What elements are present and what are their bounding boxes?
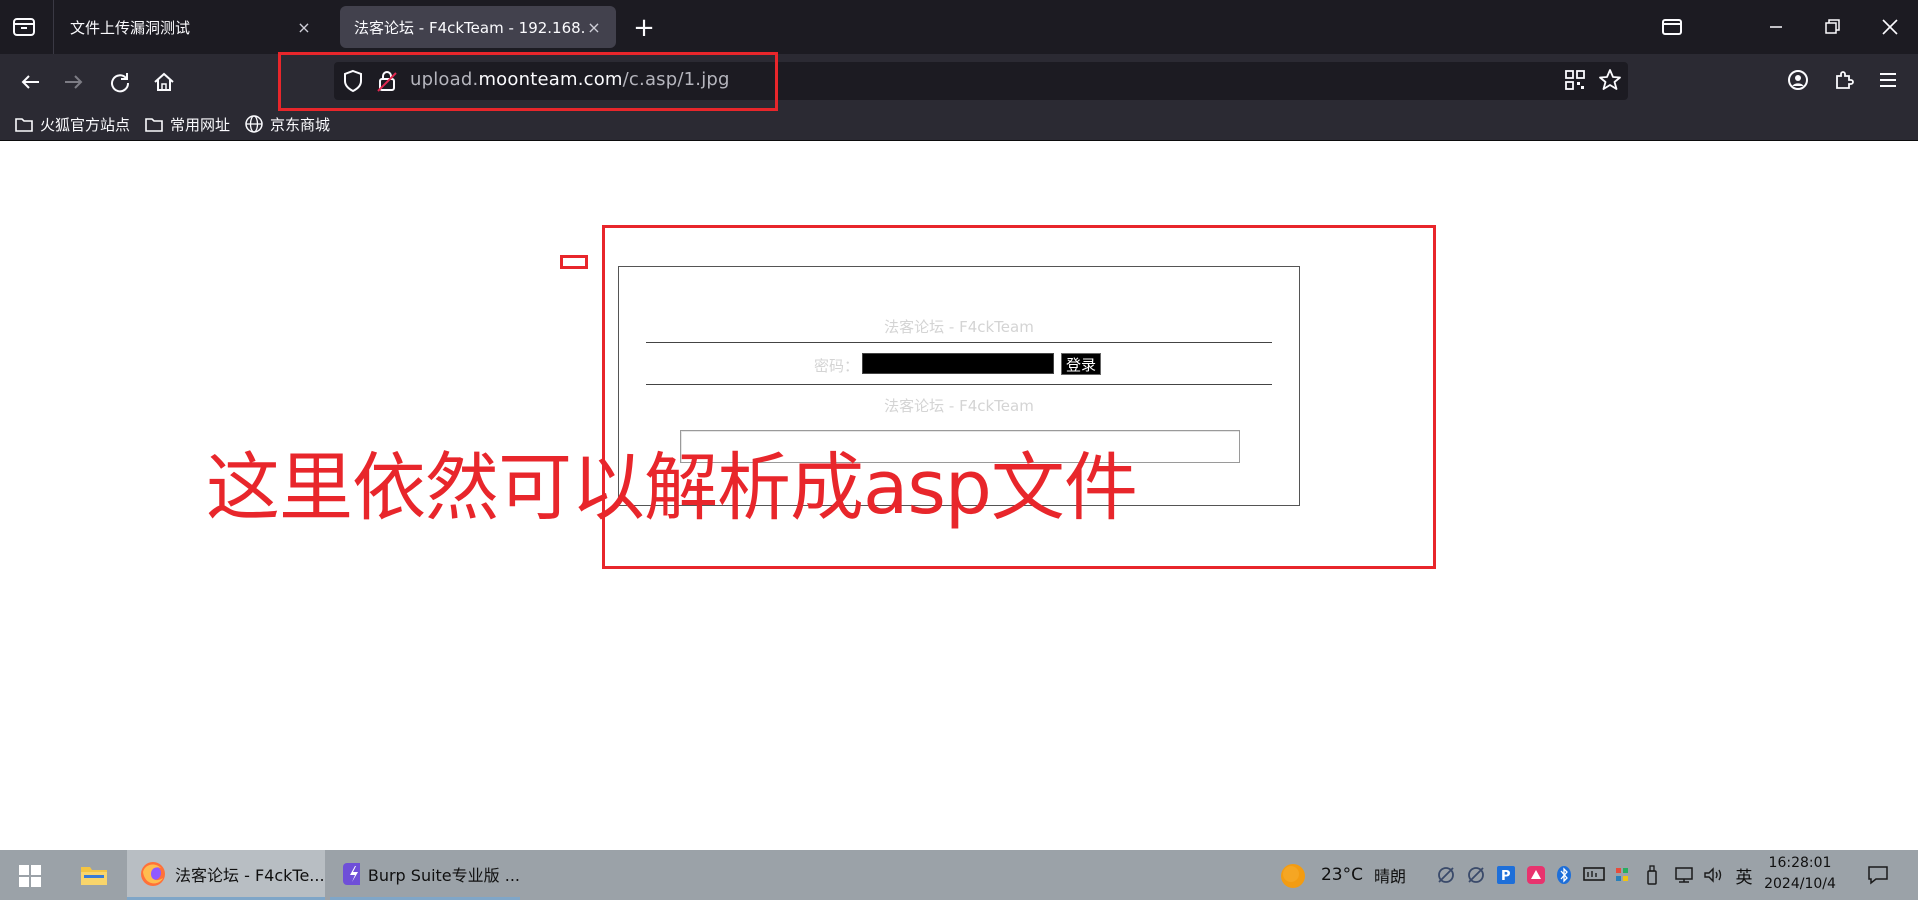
tab-title: 文件上传漏洞测试 <box>70 18 191 37</box>
sync-off-icon[interactable] <box>1434 862 1458 888</box>
menu-hamburger-icon[interactable] <box>1876 68 1900 96</box>
taskbar-app-firefox[interactable]: 法客论坛 - F4ckTe... <box>127 850 325 900</box>
pink-app-icon[interactable] <box>1524 862 1548 888</box>
clock-time: 16:28:01 <box>1768 855 1832 871</box>
account-icon[interactable] <box>1786 68 1810 96</box>
home-icon[interactable] <box>150 68 178 96</box>
taskbar-app-burp[interactable]: Burp Suite专业版 ... <box>330 850 520 900</box>
vm-monitor-icon[interactable] <box>1582 862 1606 888</box>
clock-date: 2024/10/4 <box>1764 876 1836 892</box>
close-window-icon[interactable] <box>1878 16 1902 42</box>
weather-temp[interactable]: 23°C <box>1318 862 1366 888</box>
bookmark-common-urls[interactable]: 常用网址 <box>144 108 230 140</box>
new-tab-button[interactable]: + <box>632 12 656 44</box>
p-app-icon[interactable]: P <box>1494 862 1518 888</box>
system-clock[interactable]: 16:28:01 2024/10/4 <box>1764 853 1836 895</box>
bluetooth-icon[interactable] <box>1552 862 1576 888</box>
bookmark-label: 京东商城 <box>270 115 331 134</box>
folder-icon <box>15 118 33 132</box>
annotation-text: 这里依然可以解析成asp文件 <box>206 445 1138 531</box>
close-tab-icon[interactable]: × <box>584 18 604 37</box>
restore-icon[interactable] <box>1820 16 1844 42</box>
small-marker-box <box>560 255 588 269</box>
svg-text:P: P <box>1501 869 1511 884</box>
bookmark-label: 火狐官方站点 <box>40 115 131 134</box>
file-explorer-icon[interactable] <box>80 863 108 891</box>
window-view-icon[interactable] <box>1660 16 1684 42</box>
windows-start-icon[interactable] <box>18 864 42 892</box>
network-icon[interactable] <box>1672 862 1696 888</box>
reload-icon[interactable] <box>106 68 134 96</box>
tab-upload-test[interactable]: 文件上传漏洞测试 × <box>56 6 326 48</box>
firefox-icon <box>141 861 165 886</box>
bookmark-star-icon[interactable] <box>1598 68 1622 96</box>
bookmark-firefox-site[interactable]: 火狐官方站点 <box>14 108 130 140</box>
taskbar-app-label: 法客论坛 - F4ckTe... <box>175 865 325 885</box>
notification-icon[interactable] <box>1864 862 1892 888</box>
usb-device-icon[interactable] <box>1642 862 1662 888</box>
taskbar-app-label: Burp Suite专业版 ... <box>367 865 520 885</box>
forward-arrow-icon[interactable] <box>60 68 88 96</box>
tab-divider <box>53 0 54 54</box>
weather-condition[interactable]: 晴朗 <box>1370 862 1410 888</box>
folder-icon <box>145 118 163 132</box>
qr-code-icon[interactable] <box>1564 69 1586 95</box>
close-tab-icon[interactable]: × <box>294 18 314 37</box>
burp-suite-icon <box>343 862 360 885</box>
volume-icon[interactable] <box>1702 862 1726 888</box>
tab-list-icon[interactable] <box>12 16 38 40</box>
colorful-app-icon[interactable] <box>1612 862 1632 888</box>
globe-icon <box>245 115 263 133</box>
tab-title: 法客论坛 - F4ckTeam - 192.168.1. <box>354 18 584 37</box>
url-highlight-box <box>278 52 778 111</box>
tab-active-forum[interactable]: 法客论坛 - F4ckTeam - 192.168.1. × <box>340 6 616 48</box>
back-arrow-icon[interactable] <box>16 68 44 96</box>
weather-sun-icon[interactable] <box>1280 863 1306 893</box>
sync-off-icon[interactable] <box>1464 862 1488 888</box>
input-method-indicator[interactable]: 英 <box>1732 862 1756 888</box>
bookmark-jd-mall[interactable]: 京东商城 <box>244 108 330 140</box>
bookmark-label: 常用网址 <box>170 115 231 134</box>
minimize-icon[interactable] <box>1764 16 1788 42</box>
extensions-puzzle-icon[interactable] <box>1832 68 1856 96</box>
